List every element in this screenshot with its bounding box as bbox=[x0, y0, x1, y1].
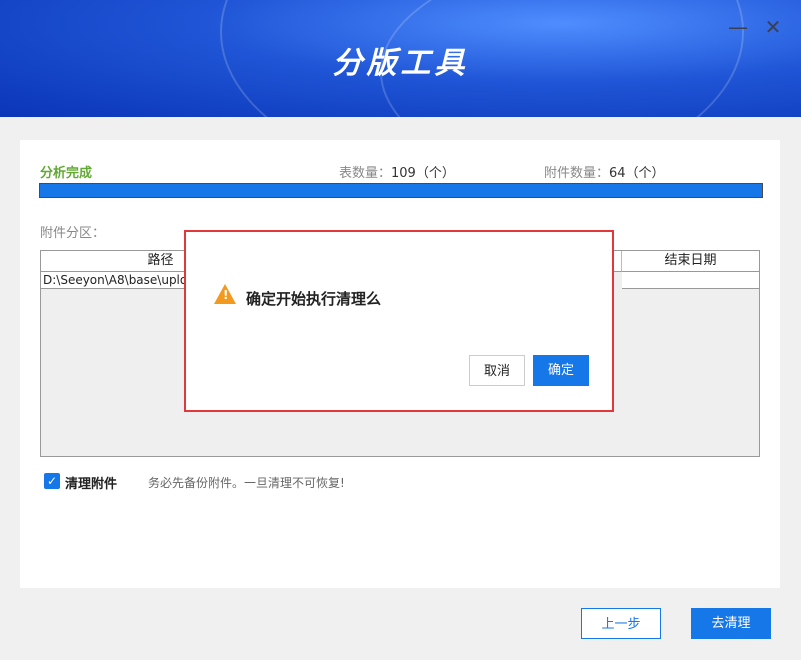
ok-button[interactable]: 确定 bbox=[533, 355, 589, 386]
attachment-count: 附件数量：64（个） bbox=[544, 162, 665, 181]
close-button[interactable]: ✕ bbox=[762, 16, 784, 38]
attachment-count-label: 附件数量： bbox=[544, 166, 610, 181]
progress-fill bbox=[40, 184, 762, 197]
cancel-button[interactable]: 取消 bbox=[469, 355, 525, 386]
clean-attachments-label[interactable]: 清理附件 bbox=[65, 473, 117, 492]
clean-attachments-checkbox[interactable]: ✓ bbox=[44, 473, 60, 489]
column-header-end-date[interactable]: 结束日期 bbox=[622, 251, 759, 272]
go-clean-button[interactable]: 去清理 bbox=[691, 608, 771, 639]
table-cell-end-date[interactable] bbox=[622, 272, 759, 289]
confirm-dialog: ! 确定开始执行清理么 取消 确定 bbox=[184, 230, 614, 412]
attachment-count-value: 64（个） bbox=[609, 166, 665, 181]
table-count: 表数量：109（个） bbox=[339, 162, 455, 181]
backup-warning-hint: 务必先备份附件。一旦清理不可恢复! bbox=[148, 476, 345, 490]
app-title: 分版工具 bbox=[332, 46, 469, 81]
partition-label: 附件分区： bbox=[40, 226, 106, 241]
table-count-label: 表数量： bbox=[339, 166, 392, 181]
analysis-status: 分析完成 bbox=[40, 166, 93, 181]
previous-step-button[interactable]: 上一步 bbox=[581, 608, 661, 639]
warning-icon: ! bbox=[214, 284, 236, 304]
dialog-message: 确定开始执行清理么 bbox=[246, 290, 382, 308]
table-count-value: 109（个） bbox=[391, 166, 455, 181]
header-banner: 分版工具 — ✕ bbox=[0, 0, 801, 117]
progress-bar bbox=[39, 183, 763, 198]
minimize-button[interactable]: — bbox=[727, 16, 749, 38]
